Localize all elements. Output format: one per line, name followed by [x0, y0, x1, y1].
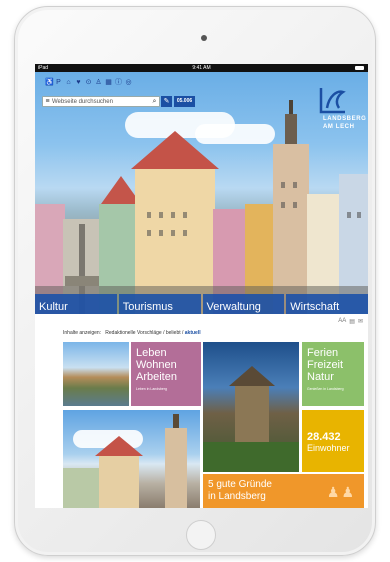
- nav-item-tourismus[interactable]: Tourismus: [118, 294, 201, 314]
- people-icon: ♟♟: [326, 484, 356, 500]
- filter-option-vorschlaege[interactable]: Redaktionelle Vorschläge: [105, 330, 161, 336]
- dialog-button[interactable]: 05.006: [174, 96, 195, 107]
- tile-ferien-freizeit-natur[interactable]: Ferien Freizeit Natur Genießen in Landsb…: [302, 342, 364, 406]
- status-bar: iPad 9:41 AM: [35, 64, 368, 72]
- tile-gute-gruende[interactable]: 5 gute Gründe in Landsberg ♟♟: [203, 474, 364, 508]
- page-tools: AA ▤ ✉: [338, 318, 363, 325]
- filter-separator: /: [163, 330, 165, 336]
- main-nav: Kultur Tourismus Verwaltung Wirtschaft: [35, 294, 368, 314]
- pen-icon[interactable]: ✎: [161, 96, 172, 107]
- search-icon[interactable]: ⌕: [150, 98, 159, 106]
- tile-subtitle: Genießen in Landsberg: [307, 387, 344, 391]
- home-icon[interactable]: ⌂: [65, 79, 72, 86]
- calendar-icon[interactable]: ▦: [105, 79, 112, 86]
- tile-leben-wohnen-arbeiten[interactable]: Leben Wohnen Arbeiten Leben in Landsberg: [131, 342, 201, 406]
- tile-title-line: Wohnen: [136, 359, 177, 371]
- parking-icon[interactable]: P: [55, 79, 62, 86]
- mail-icon[interactable]: ✉: [358, 318, 363, 325]
- tile-title-line: Natur: [307, 371, 334, 383]
- tile-einwohner[interactable]: 28.432 Einwohner: [302, 410, 364, 472]
- hero-image: ♿ P ⌂ ♥ ⊙ ♙ ▦ ⓘ ◎ ≡ Webseite durchsuchen…: [35, 72, 368, 314]
- tile-photo-town[interactable]: [63, 410, 200, 508]
- screen: iPad 9:41 AM ♿ P ⌂ ♥ ⊙ ♙ ▦ ⓘ ◎ ≡ Webseit…: [35, 64, 368, 508]
- location-icon[interactable]: ⊙: [85, 79, 92, 86]
- tile-subtitle: Leben in Landsberg: [136, 387, 167, 391]
- filter-option-beliebt[interactable]: beliebt: [166, 330, 181, 336]
- print-icon[interactable]: ▤: [349, 318, 355, 325]
- tile-title-line: Ferien: [307, 347, 339, 359]
- battery-icon: [355, 66, 364, 70]
- filter-option-aktuell[interactable]: aktuell: [185, 330, 201, 336]
- logo-text-line1: LANDSBERG: [323, 116, 367, 122]
- search-bar[interactable]: ≡ Webseite durchsuchen ⌕: [42, 96, 160, 107]
- population-label: Einwohner: [307, 443, 350, 453]
- heart-icon[interactable]: ♥: [75, 79, 82, 86]
- person-icon[interactable]: ♙: [95, 79, 102, 86]
- tile-photo-tower[interactable]: [203, 342, 299, 472]
- landsberg-logo-icon: [319, 88, 346, 114]
- logo-text-line2: AM LECH: [323, 124, 355, 130]
- tile-photo-river[interactable]: [63, 342, 129, 406]
- tile-title-line: Arbeiten: [136, 371, 177, 383]
- content-filter: Inhalte anzeigen: Redaktionelle Vorschlä…: [63, 330, 201, 336]
- population-number: 28.432: [307, 431, 341, 443]
- text-size-icon[interactable]: AA: [338, 318, 346, 325]
- tile-title-line: Freizeit: [307, 359, 344, 371]
- accessibility-icon[interactable]: ♿: [45, 79, 54, 86]
- nav-item-wirtschaft[interactable]: Wirtschaft: [286, 294, 368, 314]
- nav-item-kultur[interactable]: Kultur: [35, 294, 117, 314]
- city-logo[interactable]: LANDSBERG AM LECH: [309, 86, 367, 138]
- filter-label: Inhalte anzeigen:: [63, 330, 102, 336]
- tile-title-line: Leben: [136, 347, 167, 359]
- filter-separator: /: [182, 330, 184, 336]
- front-camera: [201, 35, 207, 41]
- info-icon[interactable]: ⓘ: [115, 79, 122, 86]
- home-button[interactable]: [186, 520, 216, 550]
- menu-icon[interactable]: ≡: [43, 98, 52, 105]
- utility-icons: ♿ P ⌂ ♥ ⊙ ♙ ▦ ⓘ ◎: [45, 79, 132, 86]
- clock: 9:41 AM: [192, 65, 211, 71]
- search-input[interactable]: Webseite durchsuchen: [52, 99, 150, 105]
- globe-icon[interactable]: ◎: [125, 79, 132, 86]
- nav-item-verwaltung[interactable]: Verwaltung: [202, 294, 285, 314]
